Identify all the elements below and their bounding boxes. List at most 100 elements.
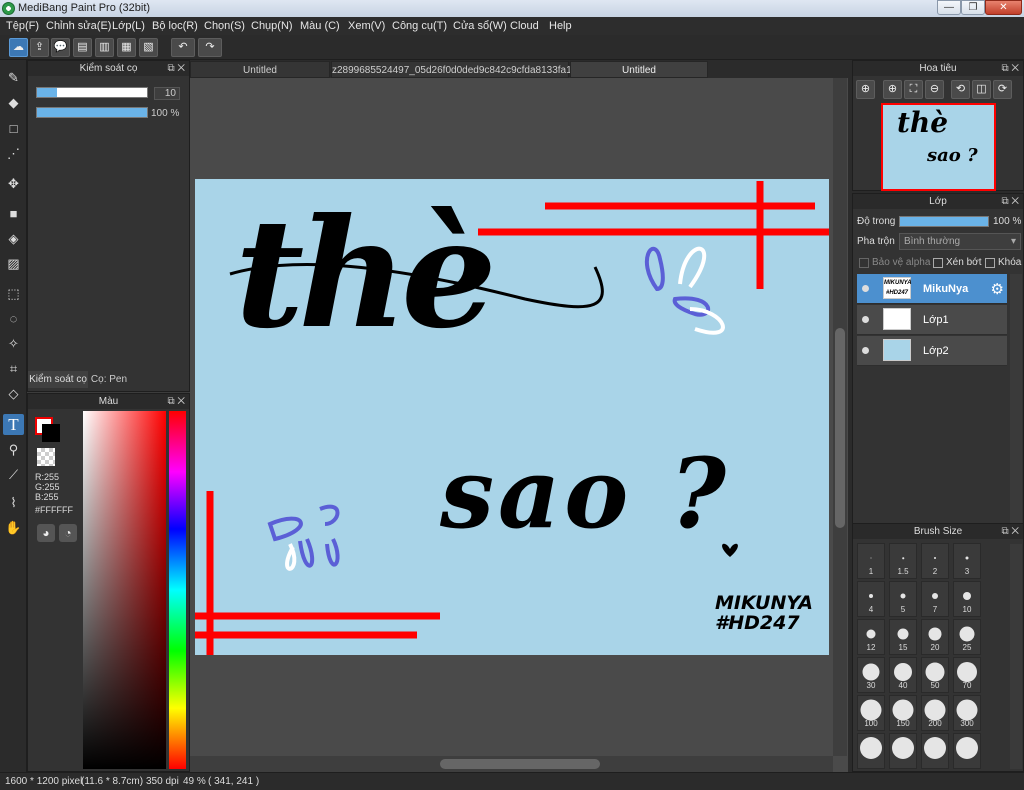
brush-size-controls-icon[interactable]: ⧉ ✕ [1001, 524, 1019, 539]
hue-slider[interactable] [169, 411, 186, 769]
horizontal-scrollbar[interactable] [190, 756, 833, 772]
layer-settings-gear-icon[interactable]: ⚙ [991, 280, 1004, 298]
navigator-thumbnail[interactable]: thè sao ? [881, 103, 996, 191]
brush-size-cell[interactable]: 200 [921, 695, 949, 731]
brush-size-cell[interactable]: 3 [953, 543, 981, 579]
dot-tool-icon[interactable]: ⋰ [3, 143, 24, 164]
restore-button[interactable]: ❐ [961, 0, 985, 15]
visibility-eye-icon[interactable] [862, 316, 869, 323]
lasso-icon[interactable]: ◌ [3, 308, 24, 329]
navigator-controls-icon[interactable]: ⧉ ✕ [1001, 61, 1019, 76]
page-icon[interactable]: ▥ [95, 38, 114, 57]
tab-jpg-file[interactable]: z2899685524497_05d26f0d0ded9c842c9cfda81… [331, 61, 596, 78]
upload-icon[interactable]: ⇪ [30, 38, 49, 57]
brush-tool-icon[interactable]: ✎ [3, 67, 24, 88]
vertical-scrollbar[interactable] [833, 78, 847, 756]
tab-untitled-1[interactable]: Untitled [190, 61, 330, 78]
lock-checkbox[interactable] [985, 258, 995, 268]
brush-size-cell[interactable]: 1 [857, 543, 885, 579]
brush-size-cell[interactable] [889, 733, 917, 769]
select-pen-icon[interactable]: ⌗ [3, 358, 24, 379]
text-tool-icon[interactable]: T [3, 414, 24, 435]
menu-edit[interactable]: Chỉnh sửa(E) [46, 20, 111, 32]
select-rect-icon[interactable]: ⬚ [3, 283, 24, 304]
visibility-eye-icon[interactable] [862, 285, 869, 292]
settings-page-icon[interactable]: ▧ [139, 38, 158, 57]
brush-size-cell[interactable]: 10 [953, 581, 981, 617]
brush-size-cell[interactable] [953, 733, 981, 769]
brush-size-cell[interactable]: 40 [889, 657, 917, 693]
brush-size-cell[interactable]: 1.5 [889, 543, 917, 579]
vertical-scroll-thumb[interactable] [835, 328, 845, 528]
menu-tools[interactable]: Công cụ(T) [392, 20, 447, 32]
color-saturation-picker[interactable] [83, 411, 166, 769]
visibility-eye-icon[interactable] [862, 347, 869, 354]
transparent-swatch[interactable] [37, 448, 55, 466]
brush-opacity-slider[interactable] [36, 107, 148, 118]
brush-size-cell[interactable]: 20 [921, 619, 949, 655]
menu-layer[interactable]: Lớp(L) [112, 20, 145, 32]
tab-untitled-2[interactable]: Untitled [570, 61, 708, 78]
grid-icon[interactable]: ▦ [117, 38, 136, 57]
menu-help[interactable]: Help [549, 20, 572, 32]
horizontal-scroll-thumb[interactable] [440, 759, 600, 769]
move-tool-icon[interactable]: ✥ [3, 173, 24, 194]
cloud-icon[interactable]: ☁ [9, 38, 28, 57]
eraser-tool-icon[interactable]: ◆ [3, 92, 24, 113]
canvas-area[interactable]: thè sao ? MIKUNYA #HD247 [190, 78, 848, 772]
layer-opacity-slider[interactable] [899, 216, 989, 227]
blend-mode-select[interactable]: Bình thường ▾ [899, 233, 1021, 250]
brush-size-cell[interactable]: 5 [889, 581, 917, 617]
brush-size-cell[interactable]: 15 [889, 619, 917, 655]
menu-view[interactable]: Xem(V) [348, 20, 385, 32]
tab-brush-pen[interactable]: Cọ: Pen [89, 371, 129, 388]
rect-tool-icon[interactable]: □ [3, 118, 24, 139]
rotate-left-icon[interactable]: ⟲ [951, 80, 970, 99]
layer-row-lop1[interactable]: Lớp1 [857, 305, 1007, 335]
operation-tool-icon[interactable]: ⚲ [3, 439, 24, 460]
rotate-right-icon[interactable]: ⟳ [993, 80, 1012, 99]
protect-alpha-checkbox[interactable] [859, 258, 869, 268]
layer-row-lop2[interactable]: Lớp2 [857, 336, 1007, 366]
menu-filter[interactable]: Bộ lọc(R) [152, 20, 198, 32]
brush-size-cell[interactable]: 70 [953, 657, 981, 693]
menu-select[interactable]: Chọn(S) [204, 20, 245, 32]
gradient-tool-icon[interactable]: ▨ [3, 253, 24, 274]
palette-settings-icon[interactable]: ◔ [59, 524, 77, 542]
secondary-color-swatch[interactable] [42, 424, 60, 442]
brush-size-cell[interactable]: 12 [857, 619, 885, 655]
menu-cloud[interactable]: Cloud [510, 20, 539, 32]
brush-size-cell[interactable]: 2 [921, 543, 949, 579]
clipping-checkbox[interactable] [933, 258, 943, 268]
fit-window-icon[interactable]: ⛶ [904, 80, 923, 99]
hand-tool-icon[interactable]: ✋ [3, 517, 24, 538]
minimize-button[interactable]: — [937, 0, 961, 15]
brush-size-cell[interactable]: 50 [921, 657, 949, 693]
layers-scrollbar[interactable] [1010, 274, 1022, 554]
brush-size-cell[interactable]: 150 [889, 695, 917, 731]
layers-controls-icon[interactable]: ⧉ ✕ [1001, 194, 1019, 209]
menu-color[interactable]: Màu (C) [300, 20, 340, 32]
divide-tool-icon[interactable]: ⟋ [3, 464, 24, 485]
brush-size-cell[interactable]: 300 [953, 695, 981, 731]
menu-file[interactable]: Tệp(F) [6, 20, 39, 32]
brush-size-cell[interactable]: 25 [953, 619, 981, 655]
artwork-canvas[interactable]: thè sao ? MIKUNYA #HD247 [195, 179, 829, 655]
brush-size-cell[interactable]: 4 [857, 581, 885, 617]
flip-icon[interactable]: ◫ [972, 80, 991, 99]
zoom-out-icon[interactable]: ⊖ [925, 80, 944, 99]
zoom-in-icon[interactable]: ⊕ [883, 80, 902, 99]
bucket-tool-icon[interactable]: ◈ [3, 228, 24, 249]
brush-size-value[interactable]: 10 [154, 87, 180, 100]
brush-size-cell[interactable] [921, 733, 949, 769]
fill-rect-tool-icon[interactable]: ■ [3, 203, 24, 224]
palette-icon[interactable]: ◕ [37, 524, 55, 542]
comment-icon[interactable]: 💬 [51, 38, 70, 57]
close-button[interactable]: ✕ [985, 0, 1022, 15]
speech-bubble-icon[interactable]: ▤ [73, 38, 92, 57]
tab-brush-control[interactable]: Kiểm soát cọ [28, 371, 88, 388]
brush-size-cell[interactable]: 100 [857, 695, 885, 731]
redo-icon[interactable]: ↷ [198, 38, 222, 57]
layer-row-mikunya[interactable]: MIKUNYA #HD247 MikuNya ⚙ [857, 274, 1007, 304]
color-panel-controls-icon[interactable]: ⧉ ✕ [167, 394, 185, 409]
